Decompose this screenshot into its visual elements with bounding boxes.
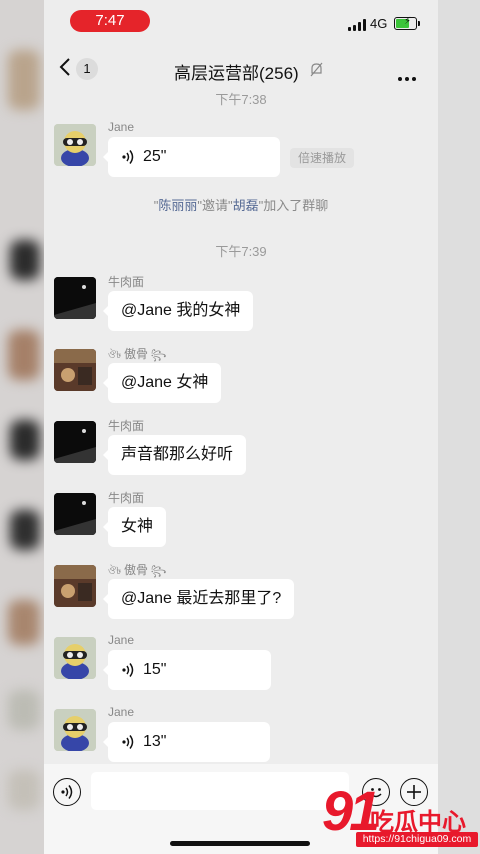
battery-tip (418, 21, 420, 26)
voice-duration: 25" (143, 148, 167, 165)
sender-name: 牛肉面 (108, 491, 145, 505)
text-message-bubble[interactable]: @Jane 我的女神 (102, 291, 254, 331)
more-options-icon[interactable] (398, 68, 419, 86)
artwork-avatar-image (54, 349, 96, 391)
timestamp: 下午7:39 (215, 244, 267, 259)
speed-playback-button[interactable]: 倍速播放 (290, 148, 355, 168)
voice-duration: 15" (143, 661, 167, 678)
avatar[interactable] (54, 637, 96, 679)
voice-wave-icon (122, 149, 134, 164)
voice-wave-icon (122, 662, 134, 677)
minion-avatar-image (54, 709, 96, 751)
avatar[interactable] (54, 565, 96, 607)
text-message-bubble[interactable]: @Jane 最近去那里了? (102, 579, 295, 619)
timestamp: 下午7:38 (215, 92, 267, 107)
battery-icon: ⚡ (394, 16, 417, 30)
signal-icon (348, 19, 366, 31)
watermark-url: https://91chigua09.com (356, 832, 478, 847)
text-message-bubble[interactable]: 女神 (102, 507, 167, 547)
avatar[interactable] (54, 349, 96, 391)
voice-duration: 13" (143, 733, 167, 750)
sender-name: Jane (108, 633, 135, 647)
watermark-logo: 91 吃瓜中心 https://91chigua09.com (322, 779, 480, 854)
text-message-bubble[interactable]: 声音都那么好听 (102, 435, 247, 475)
network-type: 4G (370, 16, 388, 31)
voice-message-bubble[interactable]: 13" (103, 722, 270, 762)
status-time: 7:47 (70, 10, 150, 32)
night-street-avatar-image (54, 493, 96, 535)
sender-name: Jane (108, 705, 135, 719)
home-indicator (170, 841, 310, 846)
avatar[interactable] (54, 277, 96, 319)
minion-avatar-image (54, 637, 96, 679)
back-icon[interactable] (58, 57, 72, 77)
chat-header: 1 高层运营部(256) (44, 44, 438, 94)
blurred-background-right (438, 0, 480, 854)
chat-screen: 7:47 4G ⚡ 1 高层运营部(256) 下午7:38 Jane 25" 倍… (44, 0, 438, 854)
status-bar: 7:47 4G ⚡ (44, 0, 438, 44)
avatar[interactable] (54, 493, 96, 535)
night-street-avatar-image (54, 421, 96, 463)
mute-bell-icon (310, 62, 323, 77)
night-street-avatar-image (54, 277, 96, 319)
message-input[interactable] (91, 772, 349, 810)
text-message-bubble[interactable]: @Jane 女神 (102, 363, 222, 403)
system-invite-message: "陈丽丽"邀请"胡磊"加入了群聊 (153, 198, 329, 213)
unread-badge[interactable]: 1 (76, 58, 98, 80)
chat-title: 高层运营部(256) (174, 64, 299, 83)
avatar[interactable] (54, 124, 96, 166)
avatar[interactable] (54, 709, 96, 751)
sender-name: 牛肉面 (108, 419, 145, 433)
voice-message-bubble[interactable]: 15" (103, 650, 271, 690)
invitee-name[interactable]: 胡磊 (233, 198, 259, 213)
voice-message-bubble[interactable]: 25" (103, 137, 280, 177)
minion-avatar-image (54, 124, 96, 166)
inviter-name[interactable]: 陈丽丽 (158, 198, 197, 213)
voice-input-icon[interactable] (53, 778, 81, 806)
sender-name: Jane (108, 120, 135, 134)
avatar[interactable] (54, 421, 96, 463)
voice-wave-icon (122, 734, 134, 749)
sender-name: 牛肉面 (108, 275, 145, 289)
artwork-avatar-image (54, 565, 96, 607)
blurred-background-left (0, 0, 44, 854)
